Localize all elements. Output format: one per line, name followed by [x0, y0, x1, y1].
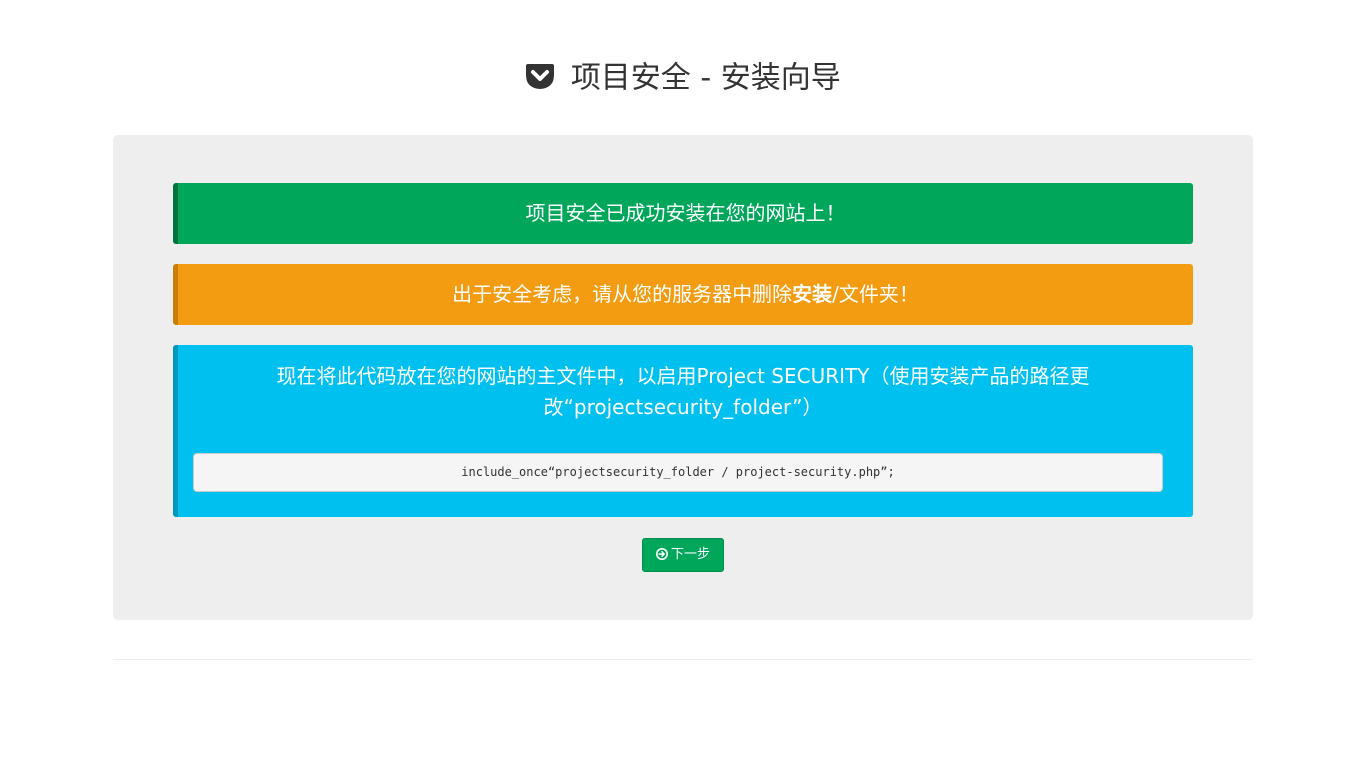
warning-message-part1: 出于安全考虑，请从您的服务器中删除 [452, 282, 793, 306]
page-header: 项目安全 - 安装向导 [0, 56, 1366, 100]
warning-message-part2: /文件夹！ [832, 282, 919, 306]
pocket-shield-icon [526, 63, 555, 89]
next-step-button[interactable]: 下一步 [642, 538, 724, 572]
next-step-label: 下一步 [670, 547, 710, 562]
info-callout: 现在将此代码放在您的网站的主文件中，以启用Project SECURITY（使用… [173, 345, 1193, 517]
code-snippet[interactable]: include_once“projectsecurity_folder / pr… [193, 453, 1163, 492]
warning-callout: 出于安全考虑，请从您的服务器中删除安装/文件夹！ [173, 264, 1193, 325]
arrow-circle-right-icon [655, 547, 668, 560]
warning-message-bold: 安装 [792, 282, 833, 306]
install-wizard-panel: 项目安全已成功安装在您的网站上！ 出于安全考虑，请从您的服务器中删除安装/文件夹… [113, 135, 1253, 620]
success-message: 项目安全已成功安装在您的网站上！ [525, 201, 846, 225]
success-callout: 项目安全已成功安装在您的网站上！ [173, 183, 1193, 244]
footer-divider [113, 659, 1253, 660]
page-title: 项目安全 - 安装向导 [570, 60, 841, 96]
info-message: 现在将此代码放在您的网站的主文件中，以启用Project SECURITY（使用… [276, 364, 1090, 419]
